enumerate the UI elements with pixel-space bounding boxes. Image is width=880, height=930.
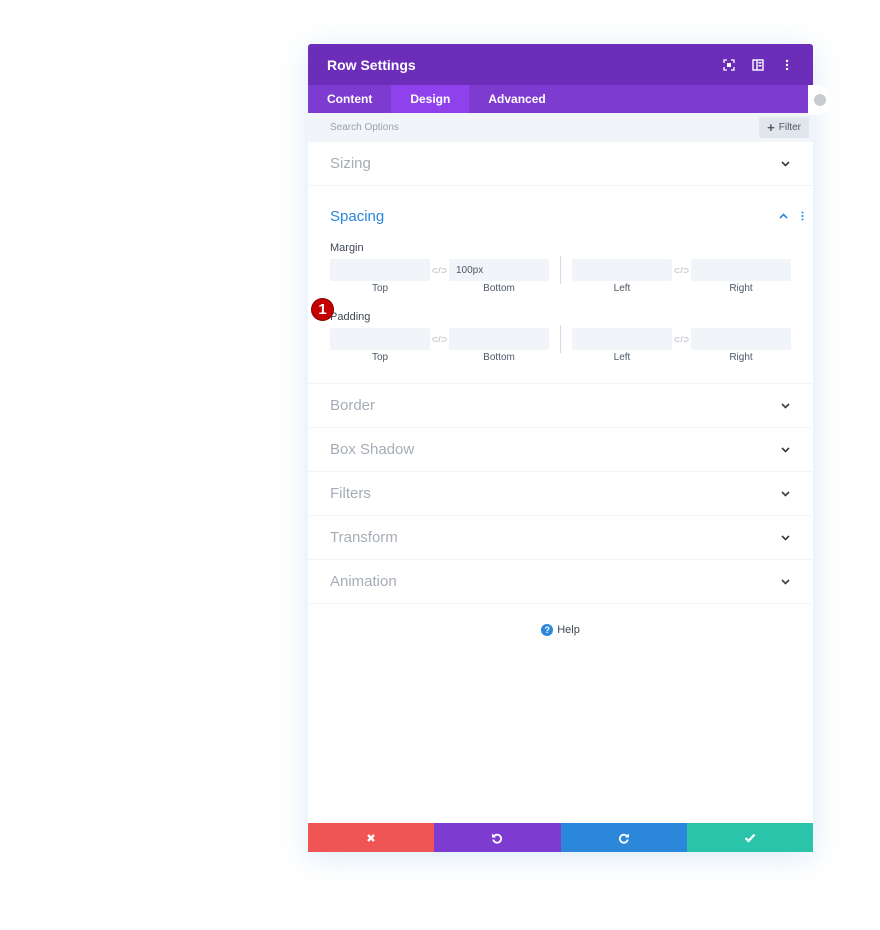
plus-icon: +: [767, 120, 775, 135]
tab-content[interactable]: Content: [308, 85, 391, 113]
divider: [560, 325, 561, 353]
link-icon[interactable]: ⊂/⊃: [430, 328, 449, 350]
padding-bottom-input[interactable]: [449, 328, 549, 350]
section-filters: Filters: [308, 472, 813, 516]
padding-right-label: Right: [729, 352, 753, 363]
step-badge: 1: [311, 298, 334, 321]
margin-right-label: Right: [729, 283, 753, 294]
link-icon[interactable]: ⊂/⊃: [672, 328, 691, 350]
section-title: Filters: [330, 485, 371, 502]
section-title: Animation: [330, 573, 397, 590]
section-border-toggle[interactable]: Border: [308, 384, 813, 427]
padding-vertical-pair: Top ⊂/⊃ Bottom: [330, 328, 549, 363]
row-settings-modal: Row Settings Content Design Advanced + F…: [308, 44, 832, 852]
padding-top-label: Top: [371, 352, 389, 363]
tab-bar: Content Design Advanced: [308, 85, 813, 113]
chevron-down-icon: [779, 488, 791, 500]
chevron-down-icon: [779, 444, 791, 456]
chevron-up-icon: [777, 210, 789, 222]
chevron-down-icon: [779, 400, 791, 412]
section-title: Box Shadow: [330, 441, 415, 458]
section-spacing: Spacing Margin Top ⊂/⊃ Botto: [308, 186, 813, 384]
search-options-input[interactable]: [330, 122, 760, 133]
section-title: Sizing: [330, 155, 371, 172]
modal-footer: [308, 823, 813, 852]
filter-button[interactable]: + Filter: [759, 117, 809, 138]
help-label: Help: [557, 624, 580, 636]
help-icon: ?: [541, 624, 554, 636]
link-icon[interactable]: ⊂/⊃: [672, 259, 691, 281]
chevron-down-icon: [779, 576, 791, 588]
section-spacing-toggle[interactable]: Spacing: [308, 186, 813, 242]
margin-right-input[interactable]: [691, 259, 791, 281]
section-title: Transform: [330, 529, 398, 546]
chevron-down-icon: [779, 532, 791, 544]
section-sizing-toggle[interactable]: Sizing: [308, 142, 813, 185]
margin-left-label: Left: [613, 283, 631, 294]
global-item-toggle[interactable]: [808, 85, 832, 115]
padding-right-input[interactable]: [691, 328, 791, 350]
padding-left-input[interactable]: [572, 328, 672, 350]
margin-left-input[interactable]: [572, 259, 672, 281]
filter-label: Filter: [778, 122, 801, 133]
redo-icon: [618, 833, 629, 844]
padding-fields: Top ⊂/⊃ Bottom Left ⊂/⊃ Right: [330, 325, 791, 363]
close-icon: [367, 833, 375, 842]
padding-bottom-label: Bottom: [483, 352, 515, 363]
section-box-shadow-toggle[interactable]: Box Shadow: [308, 428, 813, 471]
more-options-icon[interactable]: [780, 58, 794, 72]
margin-horizontal-pair: Left ⊂/⊃ Right: [572, 259, 791, 294]
cancel-button[interactable]: [308, 823, 435, 852]
section-transform-toggle[interactable]: Transform: [308, 516, 813, 559]
modal-header: Row Settings: [308, 44, 813, 85]
save-button[interactable]: [686, 823, 813, 852]
padding-horizontal-pair: Left ⊂/⊃ Right: [572, 328, 791, 363]
globe-icon: [814, 94, 826, 106]
section-filters-toggle[interactable]: Filters: [308, 472, 813, 515]
margin-top-label: Top: [371, 283, 389, 294]
padding-label: Padding: [330, 311, 371, 323]
chevron-down-icon: [779, 158, 791, 170]
section-animation: Animation: [308, 560, 813, 604]
margin-vertical-pair: Top ⊂/⊃ Bottom: [330, 259, 549, 294]
section-title: Spacing: [330, 207, 385, 225]
undo-button[interactable]: [434, 823, 561, 852]
search-bar: + Filter: [308, 113, 813, 142]
margin-bottom-label: Bottom: [483, 283, 515, 294]
margin-bottom-input[interactable]: [449, 259, 549, 281]
modal-title: Row Settings: [327, 56, 416, 73]
section-animation-toggle[interactable]: Animation: [308, 560, 813, 603]
spacing-body: Margin Top ⊂/⊃ Bottom: [308, 242, 813, 383]
section-sizing: Sizing: [308, 142, 813, 186]
padding-top-input[interactable]: [330, 328, 430, 350]
section-title: Border: [330, 397, 376, 414]
section-box-shadow: Box Shadow: [308, 428, 813, 472]
section-options-icon[interactable]: [799, 211, 805, 221]
help-link[interactable]: ? Help: [308, 624, 813, 636]
split-view-icon[interactable]: [751, 58, 765, 72]
link-icon[interactable]: ⊂/⊃: [430, 259, 449, 281]
margin-top-input[interactable]: [330, 259, 430, 281]
margin-label: Margin: [330, 242, 364, 254]
section-transform: Transform: [308, 516, 813, 560]
divider: [560, 256, 561, 284]
margin-fields: Top ⊂/⊃ Bottom Left ⊂/⊃: [330, 256, 791, 294]
focus-icon[interactable]: [722, 58, 736, 72]
tab-design[interactable]: Design: [391, 85, 470, 113]
redo-button[interactable]: [560, 823, 687, 852]
tab-advanced[interactable]: Advanced: [469, 85, 564, 113]
check-icon: [744, 833, 756, 843]
section-border: Border: [308, 384, 813, 428]
padding-left-label: Left: [613, 352, 631, 363]
undo-icon: [492, 833, 503, 844]
